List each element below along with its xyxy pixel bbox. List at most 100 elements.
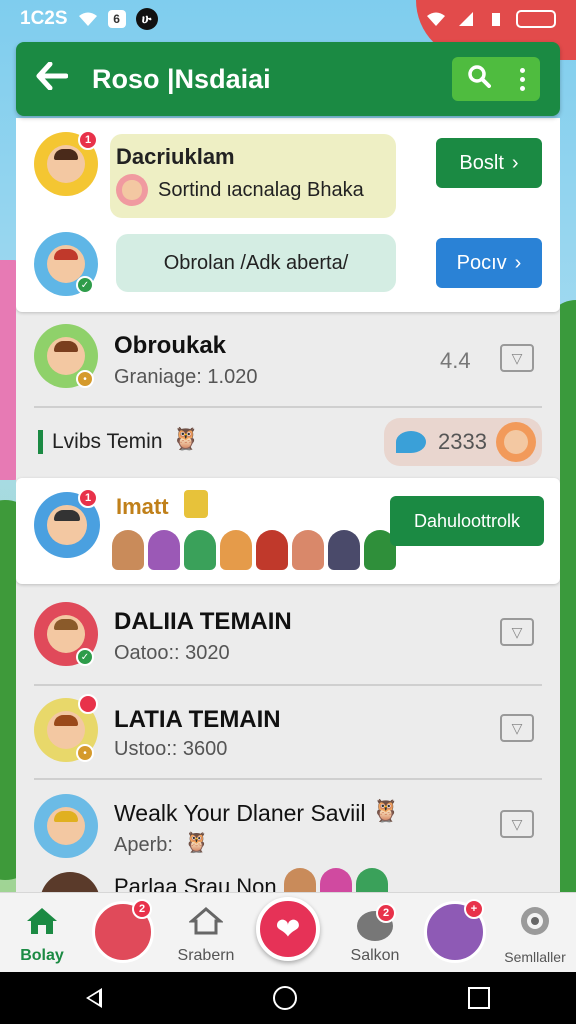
heart-check-icon: ❤: [275, 912, 301, 946]
message-bubble[interactable]: Obrolan /Adk aberta/: [116, 234, 396, 292]
team-member-avatar: [184, 530, 216, 570]
divider: [34, 406, 542, 408]
nav-settings[interactable]: Semllaller: [496, 893, 574, 973]
avatar[interactable]: [34, 794, 98, 858]
nav-home[interactable]: Bolay: [10, 893, 74, 973]
house-outline-icon: [187, 906, 225, 941]
nav-salkon[interactable]: Salkon: [340, 893, 410, 973]
level-badge: •: [76, 744, 94, 762]
message-sender: Dacriuklam: [116, 144, 235, 169]
team-action-label: Dahuloottrolk: [413, 510, 521, 531]
search-icon[interactable]: [467, 64, 491, 94]
nav-search-label: Srabern: [177, 947, 235, 964]
message-bubble[interactable]: Dacriuklam Sortind ιacnalag Bhaka: [110, 134, 396, 218]
nav-salkon-label: Salkon: [350, 947, 400, 964]
settings-target-icon: [518, 904, 552, 943]
chevron-right-icon: ›: [514, 251, 522, 274]
verified-icon: ✓: [76, 276, 94, 294]
avatar[interactable]: [40, 872, 100, 894]
avatar: [496, 422, 536, 462]
notification-badge: 1: [78, 130, 98, 150]
chevron-right-icon: ›: [511, 151, 519, 174]
battery-saver-icon: [486, 9, 506, 29]
status-time: 1C2S: [20, 8, 68, 29]
row-name: Parlaa Srau Non: [114, 874, 277, 894]
team-label: Imatt: [116, 494, 169, 519]
row-name: Wealk Your Dlaner Saviil: [114, 800, 366, 826]
appbar-actions: [452, 57, 540, 101]
page-title: Roso |Nsdaiai: [92, 63, 271, 94]
owl-icon: 🦉: [172, 426, 200, 451]
system-nav-bar: [0, 972, 576, 1024]
app-bar: Roso |Nsdaiai: [16, 42, 560, 116]
reply-button-label: Boslt: [459, 151, 504, 174]
trophy-icon: [184, 490, 208, 518]
expand-chevron-icon[interactable]: ▽: [500, 618, 534, 646]
back-arrow-icon[interactable]: [36, 60, 76, 99]
message-text: Obrolan /Adk aberta/: [163, 251, 349, 274]
list-item-sub: Graniage: 1.020: [114, 366, 258, 388]
owl-icon: 🦉: [372, 798, 400, 823]
team-member-avatar: [356, 868, 388, 894]
divider: [34, 778, 542, 780]
section-label: Lvibs Temin: [52, 430, 163, 453]
open-button-label: Pocıv: [456, 251, 507, 274]
score-chip[interactable]: 2333: [384, 418, 542, 466]
main-panel: 1 Dacriuklam Sortind ιacnalag Bhaka Bosl…: [16, 118, 560, 894]
row-sub: Oatoo:: 3020: [114, 642, 230, 664]
team-member-avatar: [220, 530, 252, 570]
notification-badge: 2: [376, 903, 396, 923]
open-button[interactable]: Pocıv ›: [436, 238, 542, 288]
expand-chevron-icon[interactable]: ▽: [500, 810, 534, 838]
gem-icon: [396, 431, 426, 453]
bottom-nav: Bolay 2 Srabern ❤ Salkon 2 + Semllaller: [0, 892, 576, 972]
notification-badge: 1: [78, 488, 98, 508]
notification-badge: 2: [132, 899, 152, 919]
avatar: [116, 174, 148, 206]
home-icon: [25, 906, 59, 941]
system-home-icon[interactable]: [272, 986, 297, 1010]
team-member-avatar: [292, 530, 324, 570]
section-marker: [38, 430, 43, 454]
team-member-avatar: [320, 868, 352, 894]
verified-icon: ✓: [76, 648, 94, 666]
team-member-avatar: [148, 530, 180, 570]
team-member-avatar: [284, 868, 316, 894]
row-name: LATIA TEMAIN: [114, 706, 281, 733]
system-back-icon[interactable]: [85, 988, 102, 1008]
message-text: Sortind ιacnalag Bhaka: [158, 178, 364, 201]
notification-badge: [78, 694, 98, 714]
row-sub: Ustoo:: 3600: [114, 738, 228, 760]
row-name: DALIIA TEMAIN: [114, 608, 292, 635]
wifi-signal-icon: [426, 9, 446, 29]
reply-button[interactable]: Boslt ›: [436, 138, 542, 188]
expand-chevron-icon[interactable]: ▽: [500, 344, 534, 372]
nav-settings-label: Semllaller: [504, 949, 566, 965]
heart-action-button[interactable]: ❤: [256, 897, 320, 961]
status-bar: 1C2S 6 ሁ: [0, 0, 576, 38]
divider: [34, 684, 542, 686]
owl-icon: 🦉: [184, 832, 209, 854]
team-member-avatar: [256, 530, 288, 570]
team-member-avatar: [112, 530, 144, 570]
nav-search[interactable]: Srabern: [168, 893, 244, 973]
battery-icon: [516, 10, 556, 28]
wifi-icon: [78, 9, 98, 29]
row-sub: Aperb:: [114, 834, 173, 856]
add-badge: +: [464, 899, 484, 919]
app-notification-icon: ሁ: [135, 8, 158, 30]
more-options-icon[interactable]: [520, 67, 526, 91]
team-member-avatar: [328, 530, 360, 570]
team-card: 1 Imatt Dahuloottrolk: [16, 478, 560, 584]
nav-home-label: Bolay: [20, 947, 64, 964]
list-item-count: 4.4: [440, 348, 471, 373]
score-value: 2333: [438, 429, 487, 454]
notification-icon: 6: [107, 10, 126, 28]
cell-signal-icon: [456, 9, 476, 29]
level-badge: •: [76, 370, 94, 388]
expand-chevron-icon[interactable]: ▽: [500, 714, 534, 742]
messages-card: 1 Dacriuklam Sortind ιacnalag Bhaka Bosl…: [16, 118, 560, 312]
system-recents-icon[interactable]: [468, 987, 491, 1009]
list-item-name: Obroukak: [114, 332, 227, 359]
team-action-button[interactable]: Dahuloottrolk: [390, 496, 544, 546]
